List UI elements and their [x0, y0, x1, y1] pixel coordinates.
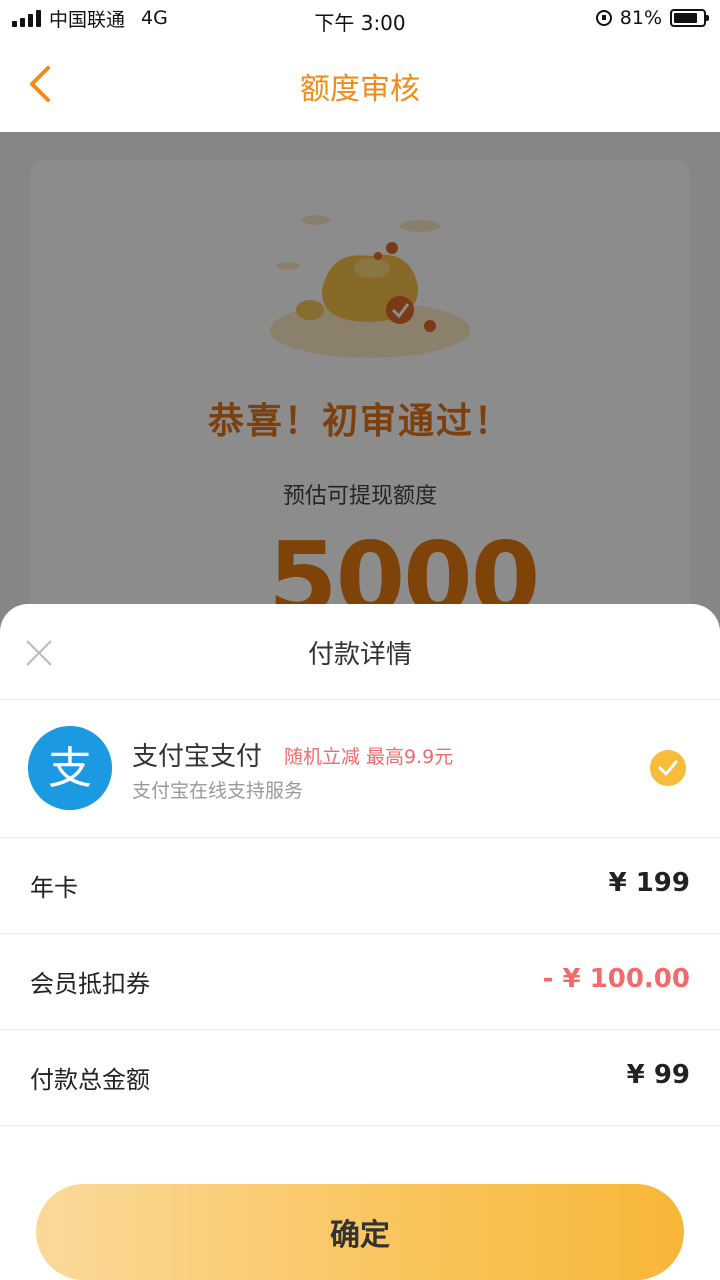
alipay-icon: 支 — [28, 726, 112, 810]
payment-method-desc: 支付宝在线支持服务 — [132, 780, 304, 802]
line-item-label: 年卡 — [30, 874, 78, 902]
status-bar: 中国联通 4G 下午 3:00 81% — [0, 0, 720, 36]
line-item-value: - ¥ 100.00 — [542, 964, 690, 994]
app-root: 中国联通 4G 下午 3:00 81% 额度审核 恭喜！初审通过！ 预估可提现额… — [0, 0, 720, 1280]
battery-icon — [670, 9, 709, 27]
confirm-button[interactable]: 确定 — [36, 1184, 684, 1280]
line-item-coupon: 会员抵扣券 - ¥ 100.00 — [0, 934, 720, 1030]
alipay-logo-char: 支 — [48, 743, 92, 794]
line-item-label: 会员抵扣券 — [30, 970, 150, 998]
line-item-total: 付款总金额 ¥ 99 — [0, 1030, 720, 1126]
battery-level — [674, 13, 697, 23]
payment-method-name: 支付宝支付 — [132, 742, 263, 772]
checkmark-icon[interactable] — [650, 750, 686, 786]
page-title: 额度审核 — [300, 72, 420, 107]
payment-sheet: 付款详情 支 支付宝支付 随机立减 最高9.9元 支付宝在线支持服务 年卡 ¥ … — [0, 604, 720, 1280]
payment-method-row[interactable]: 支 支付宝支付 随机立减 最高9.9元 支付宝在线支持服务 — [0, 700, 720, 838]
line-item-value: ¥ 199 — [608, 868, 690, 898]
battery-percent: 81% — [619, 7, 662, 29]
payment-promo: 随机立减 最高9.9元 — [284, 746, 454, 768]
sheet-header: 付款详情 — [0, 604, 720, 700]
sheet-title: 付款详情 — [307, 640, 412, 670]
line-item-value: ¥ 99 — [626, 1060, 690, 1090]
line-item-annual-card: 年卡 ¥ 199 — [0, 838, 720, 934]
line-item-label: 付款总金额 — [30, 1066, 150, 1094]
nav-bar: 额度审核 — [0, 36, 720, 132]
rotation-lock-icon — [595, 10, 612, 26]
status-bar-right: 81% — [595, 0, 709, 36]
